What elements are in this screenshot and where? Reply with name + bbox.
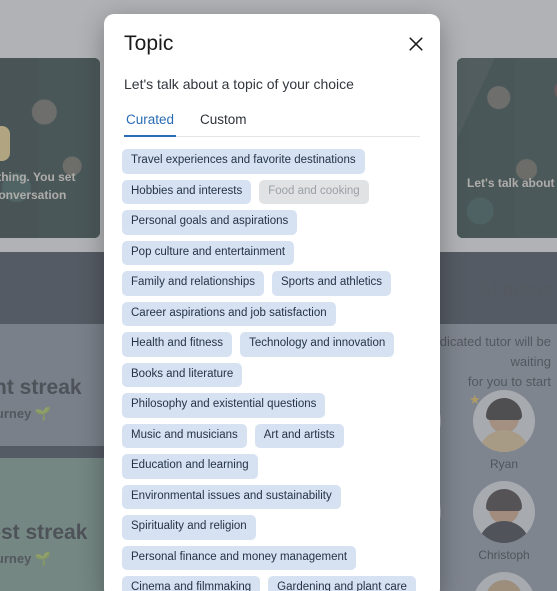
modal-body: Travel experiences and favorite destinat…	[104, 137, 440, 591]
topic-chip-list: Travel experiences and favorite destinat…	[122, 149, 422, 591]
topic-chip[interactable]: Personal finance and money management	[122, 545, 357, 570]
tab-curated[interactable]: Curated	[124, 108, 177, 137]
app-root: How to interact with your tutor Free tal…	[0, 0, 557, 591]
topic-chip[interactable]: Pop culture and entertainment	[122, 240, 295, 265]
topic-chip[interactable]: Education and learning	[122, 454, 258, 479]
topic-chip[interactable]: Hobbies and interests	[122, 179, 252, 204]
topic-chip[interactable]: Food and cooking	[259, 179, 369, 204]
topic-chip[interactable]: Gardening and plant care	[268, 576, 416, 591]
topic-chip[interactable]: Personal goals and aspirations	[122, 210, 298, 235]
topic-modal: Topic Let's talk about a topic of your c…	[104, 14, 440, 591]
topic-chip[interactable]: Health and fitness	[122, 332, 233, 357]
topic-chip[interactable]: Art and artists	[254, 423, 344, 448]
topic-chip[interactable]: Cinema and filmmaking	[122, 576, 261, 591]
topic-chip[interactable]: Environmental issues and sustainability	[122, 484, 341, 509]
close-icon[interactable]	[402, 30, 430, 58]
modal-title: Topic	[124, 32, 174, 55]
topic-chip[interactable]: Sports and athletics	[272, 271, 392, 296]
modal-subtitle: Let's talk about a topic of your choice	[124, 76, 354, 92]
topic-chip[interactable]: Technology and innovation	[240, 332, 395, 357]
topic-chip[interactable]: Family and relationships	[122, 271, 265, 296]
topic-chip[interactable]: Books and literature	[122, 362, 243, 387]
topic-chip[interactable]: Spirituality and religion	[122, 515, 256, 540]
topic-chip[interactable]: Travel experiences and favorite destinat…	[122, 149, 365, 174]
modal-tabs: Curated Custom	[124, 108, 420, 137]
modal-header: Topic Let's talk about a topic of your c…	[104, 14, 440, 137]
tab-custom[interactable]: Custom	[198, 108, 249, 136]
topic-chip[interactable]: Music and musicians	[122, 423, 247, 448]
topic-chip[interactable]: Philosophy and existential questions	[122, 393, 326, 418]
topic-chip[interactable]: Career aspirations and job satisfaction	[122, 301, 336, 326]
